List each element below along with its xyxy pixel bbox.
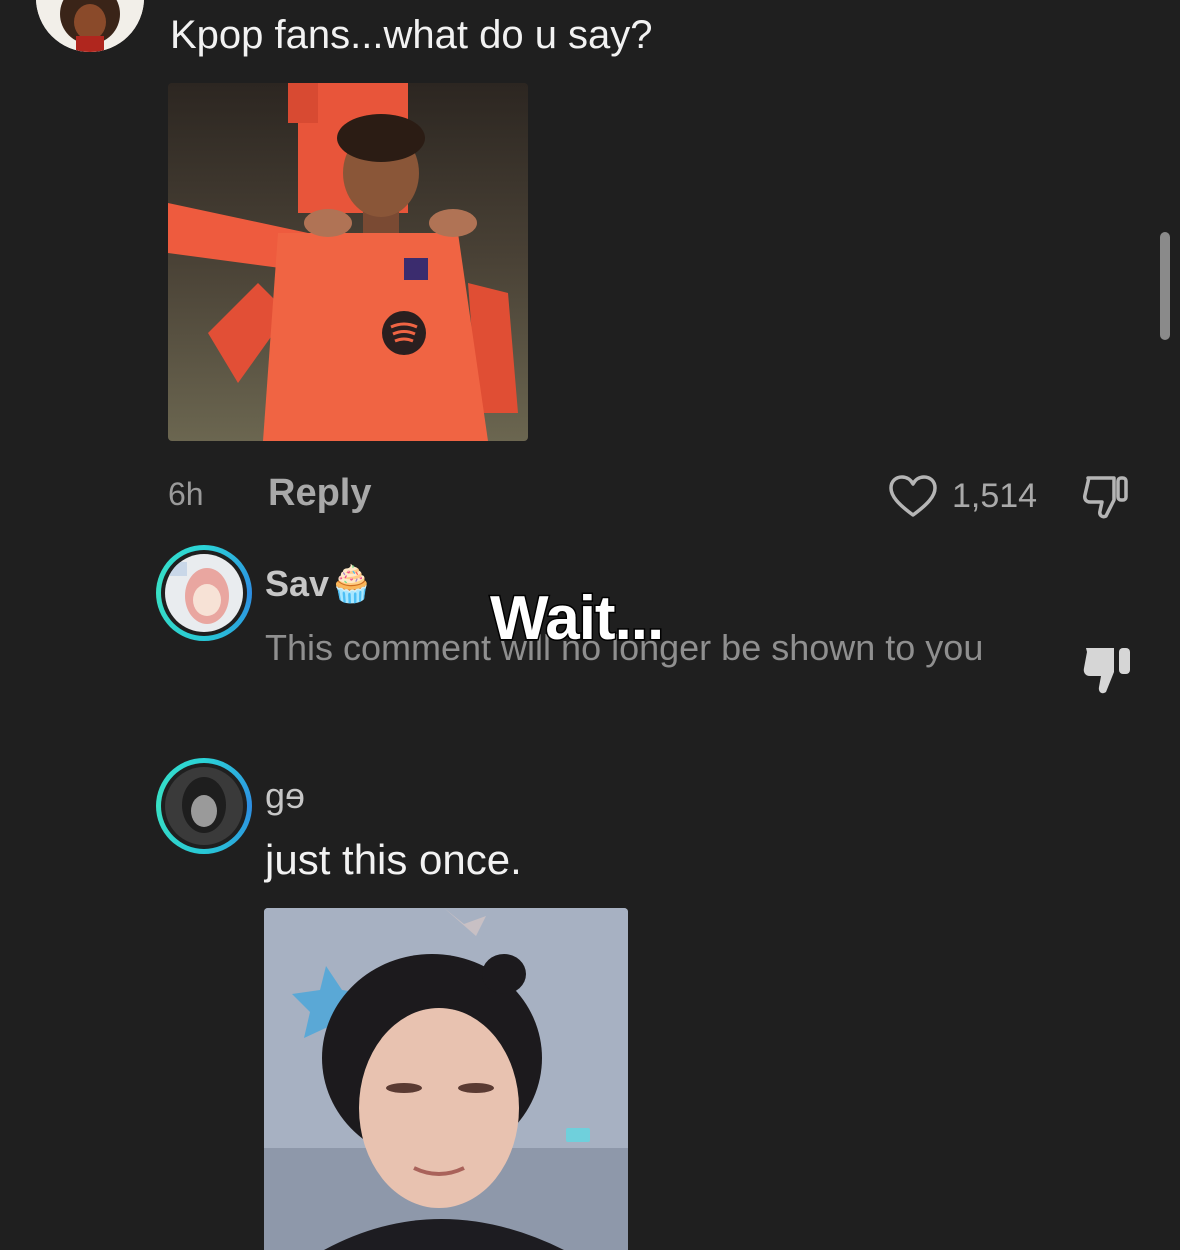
reply-username[interactable]: ɡɘ	[265, 775, 305, 817]
video-caption-overlay: Wait...	[488, 583, 665, 655]
thumbs-down-icon[interactable]	[1080, 472, 1132, 522]
commenter-avatar[interactable]	[36, 0, 144, 52]
scrollbar[interactable]	[1160, 232, 1170, 340]
heart-icon	[889, 475, 937, 517]
reply-username[interactable]: Sav🧁	[265, 563, 374, 605]
comment-time: 6h	[168, 476, 204, 512]
reply-button[interactable]: Reply	[268, 472, 371, 515]
comment-thread: Kpop fans...what do u say? 6h Reply 1,51…	[0, 0, 1180, 1250]
reply-text: just this once.	[265, 836, 522, 883]
comment-actions: 6h Reply 1,514	[168, 470, 1138, 520]
thumbs-down-filled-icon[interactable]	[1080, 642, 1136, 700]
comment-image[interactable]	[168, 83, 528, 441]
reply-avatar[interactable]	[156, 758, 252, 854]
comment-text: Kpop fans...what do u say?	[170, 13, 653, 57]
reply-image[interactable]	[264, 908, 628, 1250]
like-count: 1,514	[952, 477, 1038, 515]
reply-avatar[interactable]	[156, 545, 252, 641]
